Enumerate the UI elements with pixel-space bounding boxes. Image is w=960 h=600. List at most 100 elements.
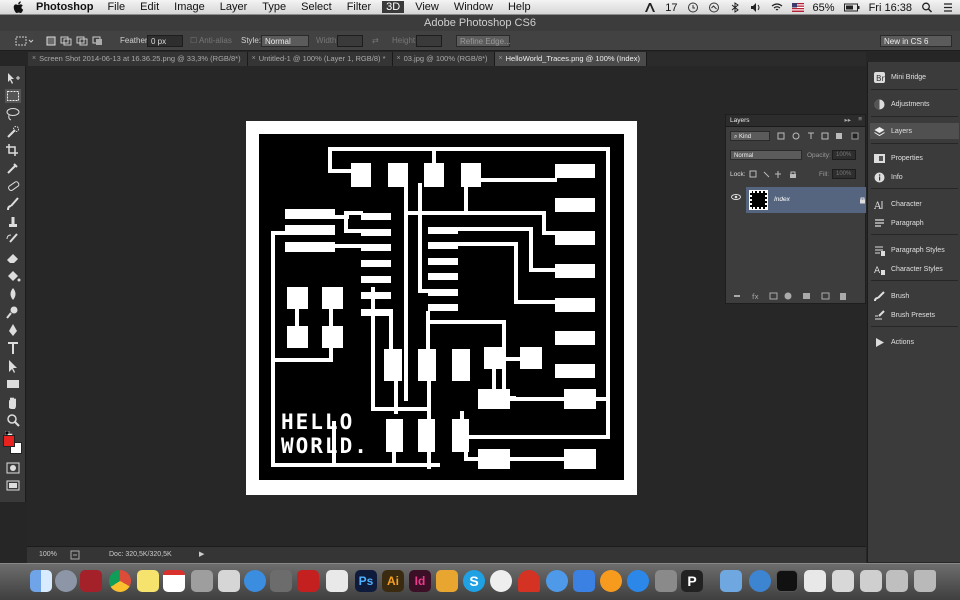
preview-icon[interactable] (218, 570, 240, 592)
spotlight-icon[interactable] (921, 2, 933, 13)
sync-icon[interactable] (708, 2, 720, 13)
pulse-icon[interactable]: P (681, 570, 703, 592)
close-icon[interactable]: × (32, 52, 36, 66)
menu-edit[interactable]: Edit (140, 1, 159, 13)
pen-tool-icon[interactable] (5, 323, 21, 337)
eyedropper-tool-icon[interactable] (5, 161, 21, 175)
panel-layers[interactable]: Layers (870, 123, 959, 139)
panel-adjustments[interactable]: Adjustments (874, 96, 958, 112)
illustrator-icon[interactable]: Ai (382, 570, 404, 592)
photo-booth-icon[interactable] (80, 570, 102, 592)
stickies-icon[interactable] (137, 570, 159, 592)
system-preferences-icon[interactable] (655, 570, 677, 592)
panel-character-styles[interactable]: A Character Styles (874, 261, 958, 277)
screen-mode-icon[interactable] (5, 479, 21, 493)
sketch-icon[interactable] (436, 570, 458, 592)
itunes-icon[interactable] (546, 570, 568, 592)
menu-3d[interactable]: 3D (382, 1, 405, 13)
flag-icon[interactable] (791, 2, 804, 13)
bluetooth-icon[interactable] (729, 2, 741, 13)
panel-paragraph-styles[interactable]: Paragraph Styles (874, 242, 958, 258)
panel-info[interactable]: Info (874, 169, 958, 185)
folder-icon[interactable] (720, 570, 742, 592)
close-icon[interactable]: × (252, 52, 256, 66)
refine-edge-button[interactable]: Refine Edge... (456, 35, 511, 47)
menu-window[interactable]: Window (454, 1, 493, 13)
blend-mode-select[interactable]: Normal (730, 150, 802, 160)
panel-mini-bridge[interactable]: Br Mini Bridge (874, 69, 958, 85)
menu-filter[interactable]: Filter (347, 1, 371, 13)
height-input[interactable] (416, 35, 442, 47)
panel-brush[interactable]: Brush (874, 288, 958, 304)
messages-icon[interactable] (244, 570, 266, 592)
panel-properties[interactable]: Properties (874, 150, 958, 166)
move-tool-icon[interactable] (5, 71, 21, 85)
photo-app-icon[interactable] (297, 570, 319, 592)
style-select[interactable]: Normal (261, 35, 309, 47)
eagle-icon[interactable] (490, 570, 512, 592)
filter-kind-select[interactable]: ⌕ Kind (730, 131, 770, 141)
layer-actions-bar[interactable]: fx (730, 291, 862, 301)
script-editor-icon[interactable] (326, 570, 348, 592)
tab-screenshot[interactable]: × Screen Shot 2014-06-13 at 16.36.25.png … (28, 52, 248, 66)
window-thumb-icon[interactable] (832, 570, 854, 592)
menu-file[interactable]: File (107, 1, 125, 13)
marquee-tool-icon[interactable] (5, 89, 21, 103)
tab-untitled[interactable]: × Untitled-1 @ 100% (Layer 1, RGB/8) * (247, 52, 393, 66)
crop-tool-icon[interactable] (5, 143, 21, 157)
battery-icon[interactable] (843, 2, 860, 13)
type-tool-icon[interactable] (5, 341, 21, 355)
tab-helloworld[interactable]: × HelloWorld_Traces.png @ 100% (Index) (494, 52, 647, 66)
menu-view[interactable]: View (415, 1, 439, 13)
menu-image[interactable]: Image (174, 1, 205, 13)
panel-actions[interactable]: Actions (874, 334, 958, 350)
zoom-tool-icon[interactable] (5, 413, 21, 427)
blur-tool-icon[interactable] (5, 287, 21, 301)
ibooks-icon[interactable] (600, 570, 622, 592)
document-canvas[interactable]: HELLO WORLD. (246, 121, 637, 495)
layer-name[interactable]: Index (774, 196, 790, 203)
export-icon[interactable] (70, 550, 80, 560)
app-menu[interactable]: Photoshop (36, 1, 93, 13)
status-menu-arrow[interactable]: ▶ (199, 550, 204, 558)
filter-icons[interactable] (776, 131, 862, 141)
quick-select-tool-icon[interactable] (5, 125, 21, 139)
foreground-color-swatch[interactable] (3, 435, 15, 447)
lasso-tool-icon[interactable] (5, 107, 21, 121)
calculator-icon[interactable] (191, 570, 213, 592)
lock-icons[interactable] (748, 170, 804, 179)
apple-menu-icon[interactable] (12, 0, 26, 14)
selection-mode-icons[interactable] (44, 35, 104, 47)
panel-menu-icon[interactable]: ≡ (858, 116, 862, 123)
timemachine-icon[interactable] (687, 2, 699, 13)
notification-center-icon[interactable] (942, 2, 954, 13)
adobe-icon[interactable] (644, 2, 656, 13)
indesign-icon[interactable]: Id (409, 570, 431, 592)
eraser-tool-icon[interactable] (5, 251, 21, 265)
screens-icon[interactable] (804, 570, 826, 592)
close-icon[interactable]: × (499, 52, 503, 66)
layers-title[interactable]: Layers (730, 117, 750, 124)
calendar-icon[interactable] (163, 570, 185, 592)
chrome-icon[interactable] (109, 570, 131, 592)
brush-tool-icon[interactable] (5, 197, 21, 211)
battery-percent[interactable]: 65% (813, 2, 835, 14)
menu-help[interactable]: Help (508, 1, 531, 13)
menu-select[interactable]: Select (301, 1, 332, 13)
photoshop-icon[interactable]: Ps (355, 570, 377, 592)
menu-type[interactable]: Type (262, 1, 286, 13)
dodge-tool-icon[interactable] (5, 305, 21, 319)
history-brush-tool-icon[interactable] (5, 233, 21, 247)
document-icon[interactable] (886, 570, 908, 592)
finder-icon[interactable] (30, 570, 52, 592)
close-icon[interactable]: × (397, 52, 401, 66)
healing-tool-icon[interactable] (5, 179, 21, 193)
clone-stamp-tool-icon[interactable] (5, 215, 21, 229)
layer-row-index[interactable]: Index (746, 187, 866, 213)
rectangle-tool-icon[interactable] (5, 377, 21, 391)
width-input[interactable] (337, 35, 363, 47)
wifi-icon[interactable] (771, 2, 783, 13)
skype-icon[interactable]: S (463, 570, 485, 592)
panel-paragraph[interactable]: Paragraph (874, 215, 958, 231)
swap-icon[interactable]: ⇄ (372, 35, 379, 47)
